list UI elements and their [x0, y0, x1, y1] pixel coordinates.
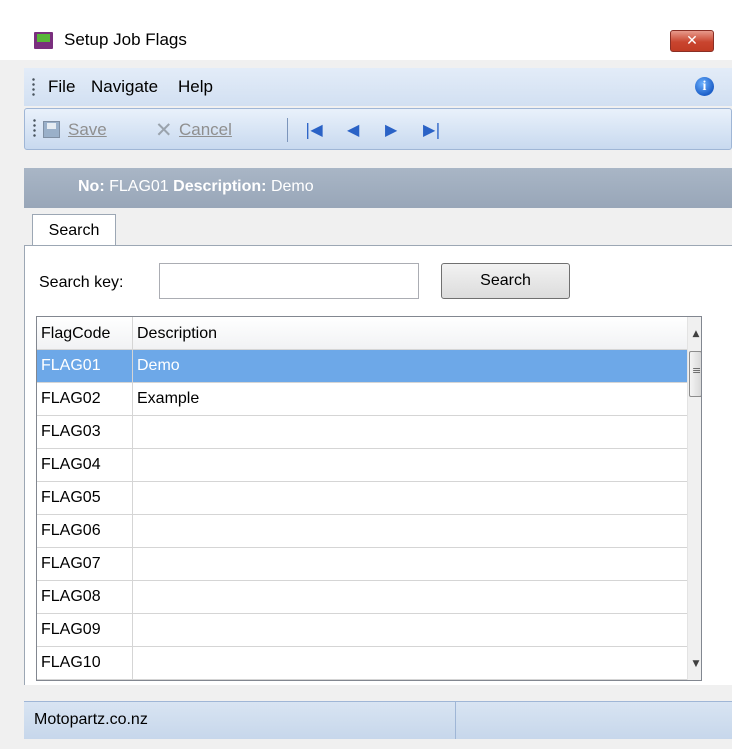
record-no-label: No: — [78, 178, 105, 195]
first-record-icon[interactable]: |◀ — [305, 120, 323, 139]
scroll-down-icon[interactable]: ▼ — [688, 655, 701, 673]
menu-help[interactable]: Help — [178, 77, 213, 97]
column-header-flagcode[interactable]: FlagCode — [37, 317, 133, 350]
menu-bar: File Navigate Help i — [24, 68, 732, 106]
cell-flagcode: FLAG05 — [37, 482, 133, 514]
cell-flagcode: FLAG06 — [37, 515, 133, 547]
cell-description: Example — [137, 390, 200, 407]
menu-navigate[interactable]: Navigate — [91, 77, 158, 97]
column-header-description[interactable]: Description — [133, 317, 687, 350]
record-description-value: Demo — [270, 178, 314, 195]
cell-description — [133, 482, 687, 514]
app-icon — [34, 32, 53, 49]
scroll-up-icon[interactable]: ▲ — [688, 325, 701, 343]
cell-description — [133, 515, 687, 547]
cell-flagcode: FLAG10 — [37, 647, 133, 679]
status-panel: Motopartz.co.nz — [24, 702, 456, 739]
tab-strip: Search — [24, 208, 732, 247]
record-header: No: FLAG01 Description: Demo — [24, 168, 732, 208]
scroll-thumb[interactable] — [689, 351, 701, 397]
menu-file[interactable]: File — [48, 77, 75, 97]
table-row[interactable]: FLAG08 — [37, 581, 687, 614]
cancel-button[interactable]: Cancel — [179, 120, 232, 140]
cell-description — [133, 581, 687, 613]
grid-header: FlagCode Description — [37, 317, 687, 350]
cell-flagcode: FLAG03 — [37, 416, 133, 448]
next-record-icon[interactable]: ▶ — [385, 120, 397, 139]
menu-grip-icon[interactable] — [32, 77, 35, 97]
cell-flagcode: FLAG08 — [37, 581, 133, 613]
table-row[interactable]: FLAG02 Example — [37, 383, 687, 416]
cell-description — [133, 614, 687, 646]
save-icon — [43, 121, 60, 138]
cell-description: Demo — [137, 357, 180, 374]
table-row[interactable]: FLAG04 — [37, 449, 687, 482]
table-row[interactable]: FLAG05 — [37, 482, 687, 515]
cell-flagcode: FLAG07 — [37, 548, 133, 580]
save-button[interactable]: Save — [68, 120, 107, 140]
vertical-scrollbar[interactable]: ▲ ▼ — [687, 317, 701, 680]
title-bar: Setup Job Flags ✕ — [0, 0, 732, 60]
cell-description — [133, 647, 687, 679]
cell-description — [133, 548, 687, 580]
record-no-value: FLAG01 — [109, 178, 169, 195]
search-tab-panel: Search key: Search FlagCode Description … — [24, 245, 732, 685]
table-row[interactable]: FLAG06 — [37, 515, 687, 548]
record-summary: No: FLAG01 Description: Demo — [78, 178, 314, 196]
last-record-icon[interactable]: ▶| — [423, 120, 441, 139]
window-title: Setup Job Flags — [64, 30, 187, 49]
info-icon[interactable]: i — [695, 77, 714, 96]
record-description-label: Description: — [173, 178, 267, 195]
previous-record-icon[interactable]: ◀ — [347, 120, 359, 139]
toolbar: Save ✕ Cancel |◀ ◀ ▶ ▶| — [24, 108, 732, 150]
toolbar-grip-icon[interactable] — [33, 118, 36, 138]
cell-flagcode: FLAG01 — [37, 350, 133, 382]
table-row[interactable]: FLAG10 — [37, 647, 687, 680]
close-button[interactable]: ✕ — [670, 30, 714, 52]
table-row[interactable]: FLAG03 — [37, 416, 687, 449]
search-button[interactable]: Search — [441, 263, 570, 299]
setup-job-flags-window: Setup Job Flags ✕ File Navigate Help i S… — [0, 0, 732, 749]
status-bar: Motopartz.co.nz — [24, 701, 732, 739]
cell-flagcode: FLAG09 — [37, 614, 133, 646]
table-row[interactable]: FLAG07 — [37, 548, 687, 581]
toolbar-separator — [287, 118, 288, 142]
cell-description — [133, 416, 687, 448]
cancel-icon: ✕ — [155, 118, 173, 142]
status-text: Motopartz.co.nz — [34, 711, 148, 728]
cell-description — [133, 449, 687, 481]
tab-search[interactable]: Search — [32, 214, 116, 247]
search-key-label: Search key: — [39, 274, 124, 291]
flags-grid: FlagCode Description FLAG01 Demo FLAG02 Exa… — [36, 316, 702, 681]
table-row[interactable]: FLAG09 — [37, 614, 687, 647]
cell-flagcode: FLAG02 — [37, 383, 133, 415]
search-key-input[interactable] — [159, 263, 419, 299]
table-row[interactable]: FLAG01 Demo — [37, 350, 687, 383]
cell-flagcode: FLAG04 — [37, 449, 133, 481]
